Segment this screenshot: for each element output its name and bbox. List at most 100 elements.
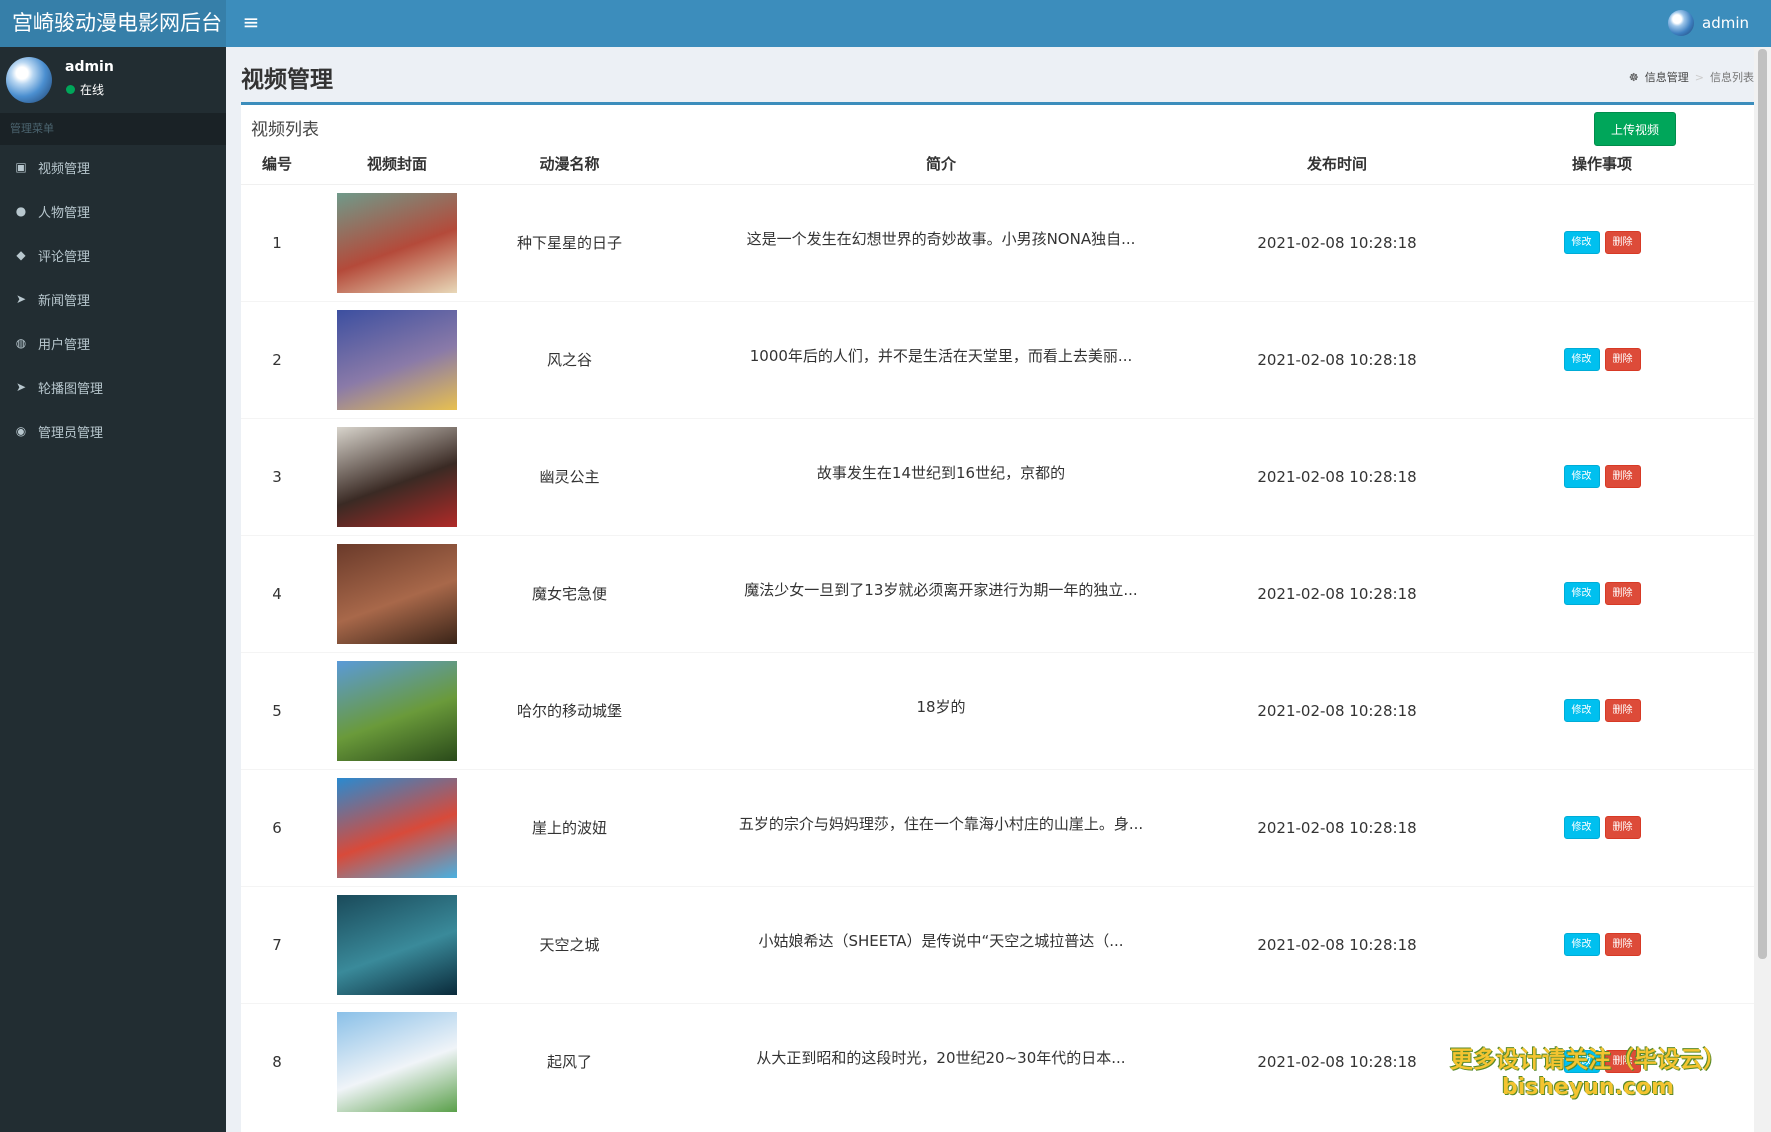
cell-id: 6 (241, 768, 313, 886)
delete-button[interactable]: 删除 (1604, 348, 1641, 371)
breadcrumb: ☸ 信息管理 > 信息列表 (1629, 69, 1754, 85)
comments-icon: ◆ (16, 248, 26, 262)
delete-button[interactable]: 删除 (1604, 465, 1641, 488)
cell-time: 2021-02-08 10:28:18 (1224, 534, 1450, 652)
cell-cover (313, 417, 481, 535)
cell-name: 起风了 (481, 1002, 658, 1120)
video-cover-image (337, 1011, 457, 1112)
cell-id: 8 (241, 1002, 313, 1120)
cell-time: 2021-02-08 10:28:18 (1224, 651, 1450, 769)
sidebar-user-name: admin (65, 59, 114, 75)
cell-intro: 这是一个发生在幻想世界的奇妙故事。小男孩NONA独自... (658, 183, 1224, 301)
upload-video-button[interactable]: 上传视频 (1594, 112, 1676, 146)
breadcrumb-item-info-list: 信息列表 (1710, 71, 1754, 84)
sidebar-item-2[interactable]: ◆ 评论管理 (0, 233, 226, 277)
cell-actions: 修改 删除 (1450, 417, 1754, 535)
sidebar-item-4[interactable]: ◍ 用户管理 (0, 321, 226, 365)
sidebar-toggle-icon[interactable]: ≡ (240, 11, 262, 33)
users-icon: ◍ (15, 336, 27, 350)
video-cover-image (337, 426, 457, 527)
breadcrumb-item-info-manage[interactable]: 信息管理 (1645, 69, 1689, 85)
delete-button[interactable]: 删除 (1604, 582, 1641, 605)
cell-cover (313, 651, 481, 769)
intro-text: 五岁的宗介与妈妈理莎，住在一个靠海小村庄的山崖上。身... (738, 815, 1144, 833)
cell-cover (313, 768, 481, 886)
edit-button[interactable]: 修改 (1563, 582, 1600, 605)
video-cover-image (337, 660, 457, 761)
cell-actions: 修改 删除 (1450, 300, 1754, 418)
cell-intro: 五岁的宗介与妈妈理莎，住在一个靠海小村庄的山崖上。身... (658, 768, 1224, 886)
intro-text: 从大正到昭和的这段时光，20世纪20~30年代的日本... (756, 1049, 1126, 1068)
table-row: 1 种下星星的日子 这是一个发生在幻想世界的奇妙故事。小男孩NONA独自... 202… (241, 183, 1754, 301)
user-avatar-small (1668, 10, 1694, 36)
cell-cover (313, 183, 481, 301)
cell-time: 2021-02-08 10:28:18 (1224, 1002, 1450, 1120)
sidebar-item-6[interactable]: ◉ 管理员管理 (0, 409, 226, 453)
cell-name: 崖上的波妞 (481, 768, 658, 886)
app-logo-title[interactable]: 宫崎骏动漫电影网后台 (0, 0, 226, 47)
sidebar-item-label: 新闻管理 (38, 293, 91, 309)
header-actions: 操作事项 (1450, 144, 1754, 185)
edit-button[interactable]: 修改 (1563, 699, 1600, 722)
edit-button[interactable]: 修改 (1563, 933, 1600, 956)
cell-time: 2021-02-08 10:28:18 (1224, 183, 1450, 301)
cell-id: 2 (241, 300, 313, 418)
edit-button[interactable]: 修改 (1563, 816, 1600, 839)
edit-button[interactable]: 修改 (1563, 465, 1600, 488)
header-name: 动漫名称 (481, 144, 658, 185)
video-cover-image (337, 309, 457, 410)
watermark-line1: 更多设计请关注（毕设云） (1450, 1047, 1726, 1073)
edit-button[interactable]: 修改 (1563, 348, 1600, 371)
user-circle-icon: ◉ (15, 424, 27, 438)
cell-cover (313, 300, 481, 418)
watermark: 更多设计请关注（毕设云） bisheyun.com (1450, 1046, 1726, 1102)
intro-text: 18岁的 (916, 698, 966, 716)
cell-actions: 修改 删除 (1450, 183, 1754, 301)
vertical-scrollbar[interactable] (1754, 47, 1771, 1132)
cell-name: 天空之城 (481, 885, 658, 1003)
user-status-label: 在线 (80, 83, 105, 97)
table-row: 5 哈尔的移动城堡 18岁的 2021-02-08 10:28:18 修改 删除 (241, 651, 1754, 769)
cell-cover (313, 1002, 481, 1120)
menu-header: 管理菜单 (0, 113, 226, 145)
delete-button[interactable]: 删除 (1604, 699, 1641, 722)
sidebar-item-5[interactable]: ➤ 轮播图管理 (0, 365, 226, 409)
sidebar-item-3[interactable]: ➤ 新闻管理 (0, 277, 226, 321)
breadcrumb-separator: > (1694, 70, 1704, 84)
cell-id: 5 (241, 651, 313, 769)
cell-intro: 魔法少女一旦到了13岁就必须离开家进行为期一年的独立... (658, 534, 1224, 652)
avatar (6, 57, 52, 103)
intro-text: 魔法少女一旦到了13岁就必须离开家进行为期一年的独立... (744, 581, 1138, 599)
sidebar-item-label: 人物管理 (38, 205, 91, 221)
cell-time: 2021-02-08 10:28:18 (1224, 768, 1450, 886)
cell-id: 1 (241, 183, 313, 301)
cell-id: 3 (241, 417, 313, 535)
delete-button[interactable]: 删除 (1604, 816, 1641, 839)
scrollbar-thumb[interactable] (1758, 49, 1767, 959)
sidebar-item-1[interactable]: ● 人物管理 (0, 189, 226, 233)
cell-intro: 从大正到昭和的这段时光，20世纪20~30年代的日本... (658, 1002, 1224, 1120)
cell-time: 2021-02-08 10:28:18 (1224, 417, 1450, 535)
table-row: 2 风之谷 1000年后的人们，并不是生活在天堂里，而看上去美丽... 2021-02… (241, 300, 1754, 418)
sidebar-item-label: 轮播图管理 (38, 381, 104, 397)
user-menu[interactable]: admin (1668, 8, 1749, 38)
cell-actions: 修改 删除 (1450, 885, 1754, 1003)
cell-id: 4 (241, 534, 313, 652)
video-cover-image (337, 192, 457, 293)
delete-button[interactable]: 删除 (1604, 231, 1641, 254)
user-icon: ● (15, 204, 27, 218)
header-intro: 简介 (658, 144, 1224, 185)
header-id: 编号 (241, 144, 313, 185)
cell-cover (313, 534, 481, 652)
cell-cover (313, 885, 481, 1003)
delete-button[interactable]: 删除 (1604, 933, 1641, 956)
sidebar-item-0[interactable]: ▣ 视频管理 (0, 145, 226, 189)
intro-text: 故事发生在14世纪到16世纪，京都的 (816, 464, 1066, 482)
video-cover-image (337, 543, 457, 644)
page-title: 视频管理 (241, 67, 333, 93)
watermark-line2: bisheyun.com (1501, 1075, 1675, 1100)
edit-button[interactable]: 修改 (1563, 231, 1600, 254)
video-cover-image (337, 777, 457, 878)
cell-name: 哈尔的移动城堡 (481, 651, 658, 769)
cell-time: 2021-02-08 10:28:18 (1224, 300, 1450, 418)
